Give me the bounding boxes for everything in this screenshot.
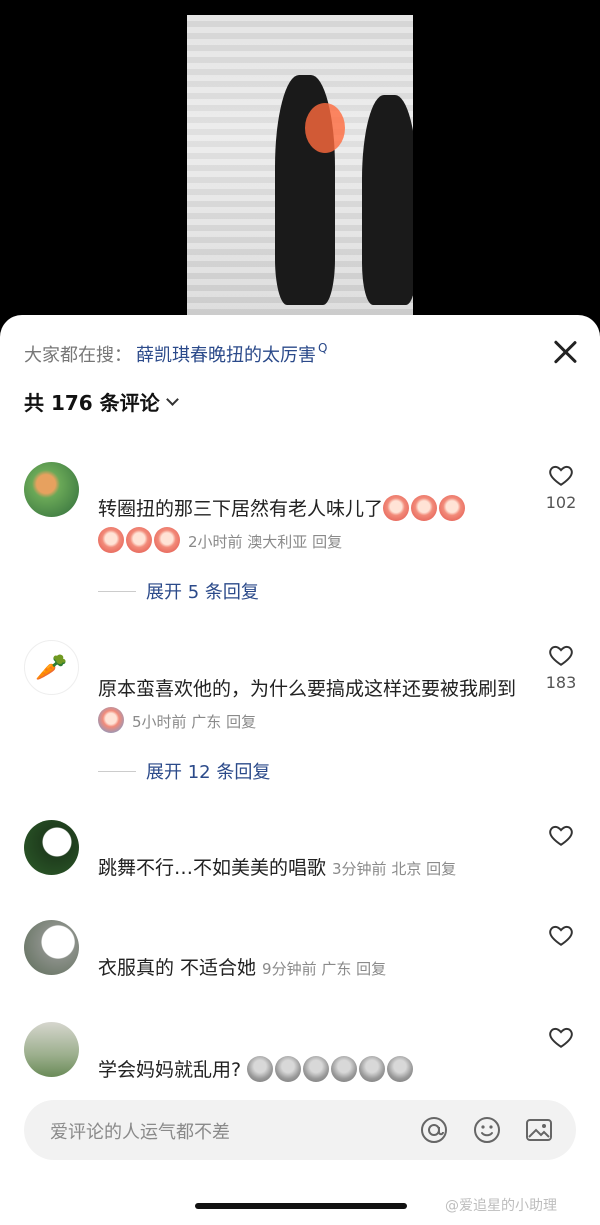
trending-search-label: 大家都在搜： bbox=[24, 345, 132, 366]
close-button[interactable] bbox=[552, 339, 578, 365]
mention-icon[interactable] bbox=[419, 1115, 449, 1145]
like-control[interactable]: 183 bbox=[541, 642, 581, 692]
like-control[interactable] bbox=[541, 922, 581, 948]
comment-input-placeholder[interactable]: 爱评论的人运气都不差 bbox=[50, 1118, 230, 1144]
crying-emoji-icon bbox=[98, 527, 124, 553]
avatar[interactable] bbox=[24, 1022, 79, 1077]
like-count: 183 bbox=[545, 673, 577, 692]
expand-replies[interactable]: 展开 12 条回复 bbox=[98, 758, 270, 784]
emoji-icon bbox=[387, 1056, 414, 1082]
watermark: @爱追星的小助理 bbox=[445, 1198, 557, 1214]
avatar[interactable]: 🥕 bbox=[24, 640, 79, 695]
like-control[interactable] bbox=[541, 822, 581, 848]
comment-body: 原本蛮喜欢他的，为什么要搞成这样还要被我刷到 5小时前 广东 回复 bbox=[98, 673, 518, 738]
trending-search[interactable]: 大家都在搜： 薛凯琪春晚扭的太厉害 Q bbox=[24, 341, 327, 367]
emoji-icon bbox=[303, 1056, 330, 1082]
comment-text: 转圈扭的那三下居然有老人味儿了 bbox=[98, 498, 384, 520]
crying-emoji-icon bbox=[411, 495, 438, 521]
heart-icon[interactable] bbox=[548, 922, 574, 948]
crying-emoji-icon bbox=[126, 527, 152, 553]
search-icon: Q bbox=[318, 341, 328, 355]
video-frame[interactable] bbox=[187, 15, 413, 320]
comment-count: 共 176 条评论 bbox=[24, 391, 160, 415]
like-control[interactable] bbox=[541, 1024, 581, 1050]
dancer-hair-accent bbox=[305, 103, 345, 153]
chevron-down-icon bbox=[165, 392, 179, 406]
comment-text: 学会妈妈就乱用? bbox=[98, 1059, 242, 1081]
trending-search-term[interactable]: 薛凯琪春晚扭的太厉害 bbox=[136, 341, 316, 367]
comment-text: 跳舞不行…不如美美的唱歌 bbox=[98, 857, 327, 879]
emoji-icon bbox=[247, 1056, 274, 1082]
emoji-picker-icon[interactable] bbox=[472, 1115, 502, 1145]
heart-icon[interactable] bbox=[548, 642, 574, 668]
avatar[interactable] bbox=[24, 462, 79, 517]
crying-emoji-icon bbox=[383, 495, 410, 521]
expand-replies-label: 展开 12 条回复 bbox=[146, 762, 271, 783]
carrot-icon: 🥕 bbox=[35, 652, 68, 683]
comment-text: 衣服真的 不适合她 bbox=[98, 957, 257, 979]
dancer-figure-right bbox=[362, 95, 413, 305]
comment-count-sort[interactable]: 共 176 条评论 bbox=[24, 387, 179, 416]
comment-meta[interactable]: 5小时前 广东 回复 bbox=[132, 713, 256, 731]
emoji-icon bbox=[359, 1056, 386, 1082]
crying-emoji-icon bbox=[439, 495, 466, 521]
heart-icon[interactable] bbox=[548, 822, 574, 848]
expand-divider bbox=[98, 770, 136, 772]
comment-body: 转圈扭的那三下居然有老人味儿了 2小时前 澳大利亚 回复 bbox=[98, 493, 508, 558]
emoji-icon bbox=[331, 1056, 358, 1082]
crying-emoji-icon bbox=[154, 527, 180, 553]
heart-icon[interactable] bbox=[548, 1024, 574, 1050]
comment-body: 学会妈妈就乱用? bbox=[98, 1054, 508, 1086]
video-player[interactable] bbox=[0, 0, 600, 330]
comment-text: 原本蛮喜欢他的，为什么要搞成这样还要被我刷到 bbox=[98, 678, 517, 700]
comment-sheet: 大家都在搜： 薛凯琪春晚扭的太厉害 Q 共 176 条评论 转圈扭的那三下居然有… bbox=[0, 315, 600, 1225]
crying-emoji-icon bbox=[98, 707, 124, 733]
emoji-icon bbox=[275, 1056, 302, 1082]
comment-meta[interactable]: 2小时前 澳大利亚 回复 bbox=[188, 533, 342, 551]
like-control[interactable]: 102 bbox=[541, 462, 581, 512]
image-icon[interactable] bbox=[524, 1115, 554, 1145]
comment-meta[interactable]: 9分钟前 广东 回复 bbox=[262, 960, 386, 978]
comment-body: 衣服真的 不适合她 9分钟前 广东 回复 bbox=[98, 952, 508, 985]
expand-replies[interactable]: 展开 5 条回复 bbox=[98, 578, 259, 604]
heart-icon[interactable] bbox=[548, 462, 574, 488]
home-indicator[interactable] bbox=[195, 1203, 407, 1209]
expand-replies-label: 展开 5 条回复 bbox=[146, 582, 259, 603]
comment-meta[interactable]: 3分钟前 北京 回复 bbox=[332, 860, 456, 878]
avatar[interactable] bbox=[24, 820, 79, 875]
avatar[interactable] bbox=[24, 920, 79, 975]
expand-divider bbox=[98, 590, 136, 592]
comment-input-bar[interactable]: 爱评论的人运气都不差 bbox=[24, 1100, 576, 1160]
comment-body: 跳舞不行…不如美美的唱歌 3分钟前 北京 回复 bbox=[98, 852, 508, 885]
like-count: 102 bbox=[545, 493, 577, 512]
